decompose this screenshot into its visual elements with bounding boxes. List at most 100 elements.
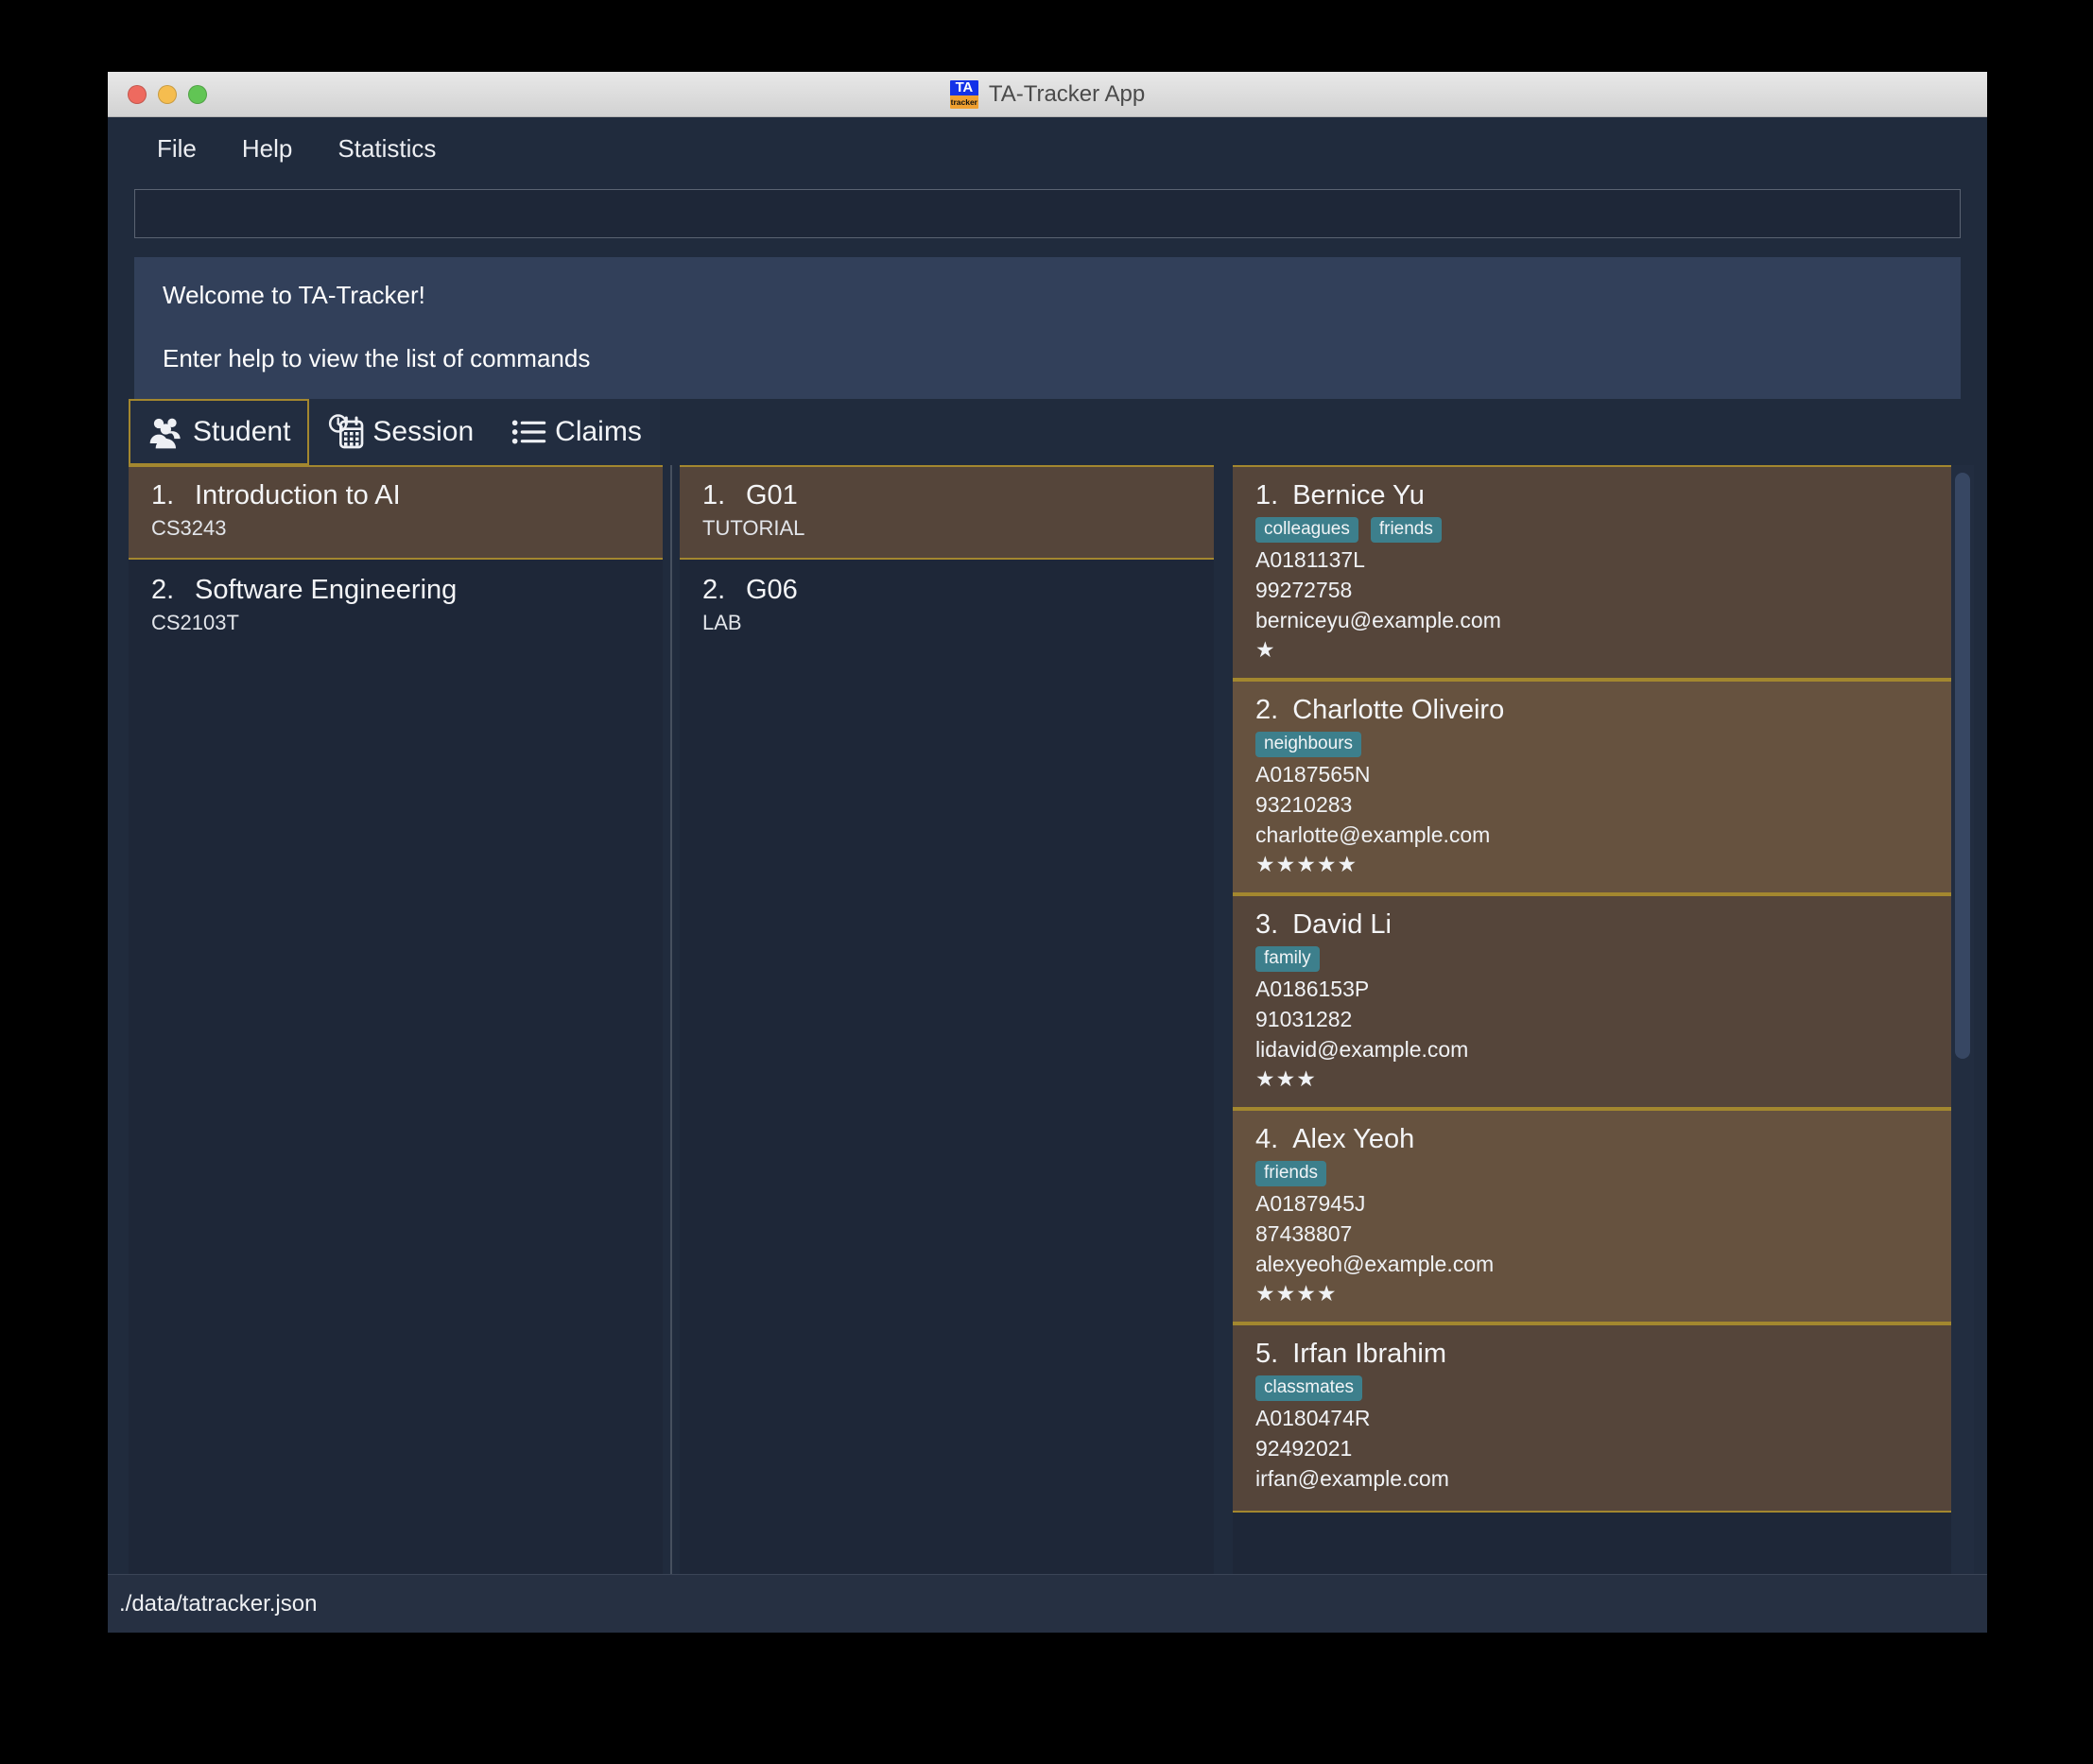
list-item[interactable]: 2. Software Engineering CS2103T xyxy=(129,560,663,654)
student-matric: A0186153P xyxy=(1255,977,1370,1001)
list-index: 3. xyxy=(1255,909,1279,940)
student-phone: 91031282 xyxy=(1255,1007,1353,1031)
module-name: Introduction to AI xyxy=(195,480,401,510)
result-display[interactable]: Welcome to TA-Tracker! Enter help to vie… xyxy=(134,257,1961,399)
group-type: TUTORIAL xyxy=(702,516,805,540)
list-index: 2. xyxy=(1255,695,1279,725)
student-tags: classmates xyxy=(1255,1375,1929,1401)
student-email: berniceyu@example.com xyxy=(1255,608,1501,632)
student-email: irfan@example.com xyxy=(1255,1466,1449,1491)
result-line-help: Enter help to view the list of commands xyxy=(163,343,591,372)
student-rating: ★ xyxy=(1255,637,1276,662)
tab-session-label: Session xyxy=(372,416,475,447)
tab-student-label: Student xyxy=(193,416,291,447)
menu-statistics[interactable]: Statistics xyxy=(315,129,458,169)
status-bar: ./data/tatracker.json xyxy=(108,1574,1987,1633)
list-index: 4. xyxy=(1255,1124,1279,1154)
list-item[interactable]: 1. Introduction to AI CS3243 xyxy=(129,465,663,560)
group-type: LAB xyxy=(702,611,742,634)
student-tags: friends xyxy=(1255,1161,1929,1186)
student-name: Alex Yeoh xyxy=(1292,1124,1415,1154)
student-list-scrollbar[interactable] xyxy=(1951,465,1974,1574)
student-email: alexyeoh@example.com xyxy=(1255,1252,1495,1276)
list-index: 5. xyxy=(1255,1339,1279,1369)
status-badge: family xyxy=(1255,946,1320,972)
ta-tracker-logo-icon: TA tracker xyxy=(949,79,978,109)
result-line-welcome: Welcome to TA-Tracker! xyxy=(163,281,425,309)
status-badge: neighbours xyxy=(1255,732,1362,757)
group-title-row: 2. G06 xyxy=(702,575,1191,606)
logo-bottom-text: tracker xyxy=(949,95,978,109)
window-titlebar: TA tracker TA-Tracker App xyxy=(108,72,1987,117)
minimize-button[interactable] xyxy=(158,84,177,104)
menu-file[interactable]: File xyxy=(134,129,219,169)
student-list-panel[interactable]: 1. Bernice Yu colleagues friends A018113… xyxy=(1233,465,1974,1574)
student-name: Bernice Yu xyxy=(1292,480,1425,510)
list-index: 2. xyxy=(702,575,726,605)
panel-divider xyxy=(670,465,672,1574)
logo-top-text: TA xyxy=(949,79,978,96)
student-name: David Li xyxy=(1292,909,1392,940)
module-list-panel[interactable]: 1. Introduction to AI CS3243 2. Software… xyxy=(129,465,663,1574)
group-title-row: 1. G01 xyxy=(702,480,1191,511)
module-name: Software Engineering xyxy=(195,575,458,605)
list-index: 2. xyxy=(151,575,175,605)
student-list-scroll-area[interactable]: 1. Bernice Yu colleagues friends A018113… xyxy=(1233,465,1951,1574)
list-index: 1. xyxy=(151,480,175,510)
list-item[interactable]: 2. G06 LAB xyxy=(680,560,1214,654)
scrollbar-thumb[interactable] xyxy=(1955,473,1970,1059)
tab-claims-label: Claims xyxy=(555,416,642,447)
close-button[interactable] xyxy=(128,84,147,104)
table-row[interactable]: 2. Charlotte Oliveiro neighbours A018756… xyxy=(1233,680,1951,894)
student-name-row: 4. Alex Yeoh xyxy=(1255,1124,1929,1155)
student-name-row: 2. Charlotte Oliveiro xyxy=(1255,695,1929,726)
main-panels: 1. Introduction to AI CS3243 2. Software… xyxy=(108,465,1987,1574)
maximize-button[interactable] xyxy=(188,84,207,104)
student-phone: 92492021 xyxy=(1255,1436,1353,1461)
student-matric: A0180474R xyxy=(1255,1406,1371,1430)
app-window: TA tracker TA-Tracker App File Help Stat… xyxy=(108,72,1987,1633)
group-name: G01 xyxy=(746,480,798,510)
clock-calendar-icon xyxy=(329,414,364,449)
table-row[interactable]: 5. Irfan Ibrahim classmates A0180474R 92… xyxy=(1233,1323,1951,1513)
status-badge: friends xyxy=(1370,517,1442,543)
list-index: 1. xyxy=(702,480,726,510)
tab-session[interactable]: Session xyxy=(309,399,493,465)
student-name-row: 1. Bernice Yu xyxy=(1255,480,1929,511)
status-badge: friends xyxy=(1255,1161,1327,1186)
student-name: Irfan Ibrahim xyxy=(1292,1339,1446,1369)
module-title-row: 2. Software Engineering xyxy=(151,575,640,606)
menu-help[interactable]: Help xyxy=(219,129,315,169)
student-matric: A0181137L xyxy=(1255,547,1365,572)
group-list-panel[interactable]: 1. G01 TUTORIAL 2. G06 LAB xyxy=(680,465,1214,1574)
student-phone: 99272758 xyxy=(1255,578,1353,602)
tab-bar: Student Session Claims xyxy=(108,399,1987,465)
module-title-row: 1. Introduction to AI xyxy=(151,480,640,511)
student-matric: A0187565N xyxy=(1255,762,1371,787)
student-matric: A0187945J xyxy=(1255,1191,1366,1216)
status-badge: colleagues xyxy=(1255,517,1358,543)
table-row[interactable]: 3. David Li family A0186153P 91031282 li… xyxy=(1233,894,1951,1109)
window-title-group: TA tracker TA-Tracker App xyxy=(108,72,1987,116)
table-row[interactable]: 1. Bernice Yu colleagues friends A018113… xyxy=(1233,465,1951,680)
student-email: lidavid@example.com xyxy=(1255,1037,1469,1062)
window-controls xyxy=(128,84,207,104)
student-phone: 87438807 xyxy=(1255,1221,1353,1246)
command-input[interactable] xyxy=(134,189,1961,238)
student-rating: ★★★ xyxy=(1255,1066,1317,1091)
list-bullets-icon xyxy=(511,420,546,444)
menu-bar: File Help Statistics xyxy=(108,117,1987,180)
group-name: G06 xyxy=(746,575,798,605)
command-box-container xyxy=(108,180,1987,248)
tab-student[interactable]: Student xyxy=(129,399,310,465)
module-code: CS3243 xyxy=(151,516,227,540)
status-badge: classmates xyxy=(1255,1375,1363,1401)
student-name-row: 5. Irfan Ibrahim xyxy=(1255,1339,1929,1370)
tab-claims[interactable]: Claims xyxy=(492,399,660,465)
list-item[interactable]: 1. G01 TUTORIAL xyxy=(680,465,1214,560)
student-email: charlotte@example.com xyxy=(1255,822,1491,847)
table-row[interactable]: 4. Alex Yeoh friends A0187945J 87438807 … xyxy=(1233,1109,1951,1323)
student-tags: colleagues friends xyxy=(1255,517,1929,543)
window-title: TA-Tracker App xyxy=(988,80,1146,107)
student-tags: family xyxy=(1255,946,1929,972)
